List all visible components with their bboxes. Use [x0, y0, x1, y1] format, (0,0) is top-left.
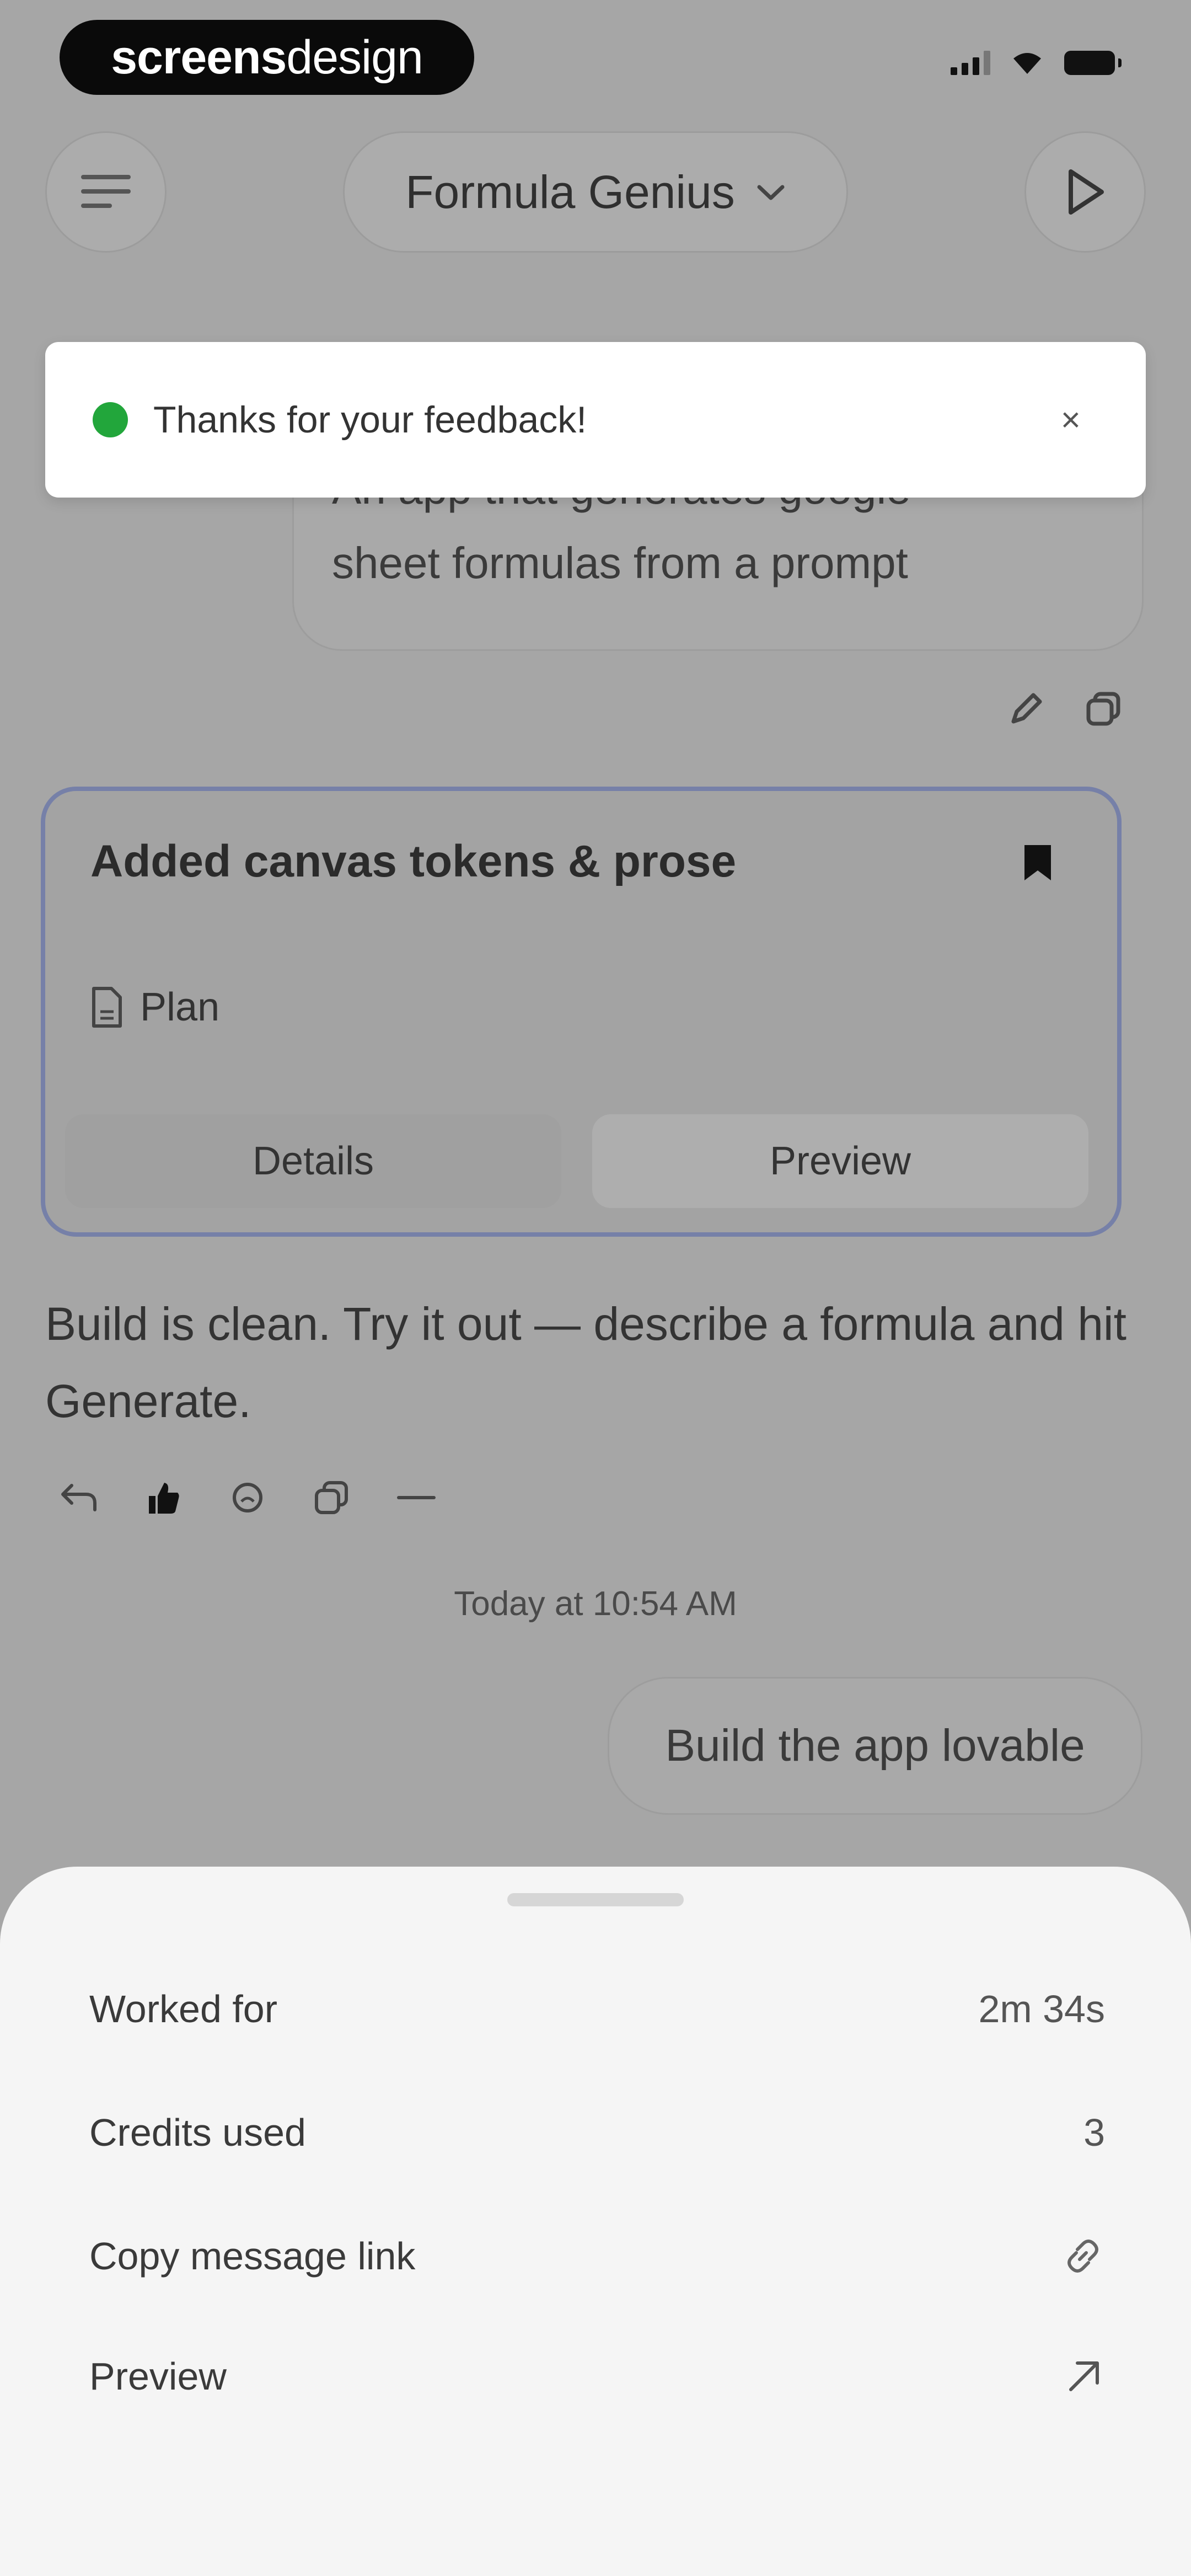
project-title: Formula Genius — [405, 165, 735, 218]
chevron-down-icon — [757, 185, 785, 200]
watermark-light: design — [286, 30, 423, 84]
credits-used-value: 3 — [1083, 2111, 1105, 2154]
preview-row-label: Preview — [89, 2355, 227, 2398]
signal-icon — [951, 51, 990, 75]
preview-button[interactable]: Preview — [592, 1114, 1088, 1208]
credits-used-row: Credits used 3 — [89, 2099, 1105, 2166]
user-message-2: Build the app lovable — [665, 1720, 1085, 1771]
watermark-bold: screens — [111, 30, 287, 84]
arrow-up-right-icon — [1069, 2361, 1099, 2391]
edit-icon[interactable] — [1007, 690, 1045, 728]
project-selector[interactable]: Formula Genius — [343, 131, 848, 253]
check-circle-icon — [93, 402, 128, 437]
copy-icon[interactable] — [313, 1479, 350, 1516]
menu-icon — [81, 175, 131, 208]
play-icon — [1069, 169, 1104, 215]
credits-used-label: Credits used — [89, 2111, 306, 2154]
message-actions — [60, 1479, 436, 1516]
status-icons — [951, 51, 1122, 75]
wifi-icon — [1013, 53, 1041, 74]
copy-message-link-row[interactable]: Copy message link — [89, 2223, 1105, 2289]
copy-icon[interactable] — [1084, 690, 1123, 728]
undo-icon[interactable] — [60, 1482, 98, 1513]
sheet-grabber[interactable] — [507, 1893, 684, 1906]
worked-for-label: Worked for — [89, 1987, 278, 2030]
thumbs-up-icon[interactable] — [146, 1479, 182, 1516]
more-icon[interactable] — [397, 1492, 436, 1503]
preview-row[interactable]: Preview — [89, 2343, 1105, 2409]
user-message-line2: sheet formulas from a prompt — [332, 538, 908, 587]
assistant-message: Build is clean. Try it out — describe a … — [45, 1298, 1126, 1427]
play-button[interactable] — [1024, 131, 1146, 253]
copy-message-link-label: Copy message link — [89, 2235, 416, 2278]
thumbs-down-icon[interactable] — [229, 1479, 266, 1516]
plan-label: Plan — [140, 985, 220, 1029]
close-icon[interactable]: × — [1061, 400, 1081, 440]
details-button[interactable]: Details — [65, 1114, 561, 1208]
message-details-sheet — [0, 1867, 1191, 2576]
message-timestamp: Today at 10:54 AM — [454, 1585, 737, 1623]
screensdesign-watermark: screens design — [60, 20, 474, 95]
user-message-bubble-2: Build the app lovable — [608, 1677, 1142, 1815]
bookmark-icon[interactable] — [1021, 843, 1054, 883]
plan-row[interactable]: Plan — [90, 985, 219, 1030]
battery-icon — [1064, 51, 1122, 75]
feedback-toast: Thanks for your feedback! × — [45, 342, 1146, 498]
card-title: Added canvas tokens & prose — [90, 836, 737, 886]
link-icon — [1067, 2240, 1098, 2273]
toast-message: Thanks for your feedback! — [153, 399, 587, 441]
menu-button[interactable] — [45, 131, 167, 253]
document-icon — [92, 987, 122, 1028]
worked-for-row: Worked for 2m 34s — [89, 1976, 1105, 2042]
worked-for-value: 2m 34s — [978, 1987, 1105, 2030]
